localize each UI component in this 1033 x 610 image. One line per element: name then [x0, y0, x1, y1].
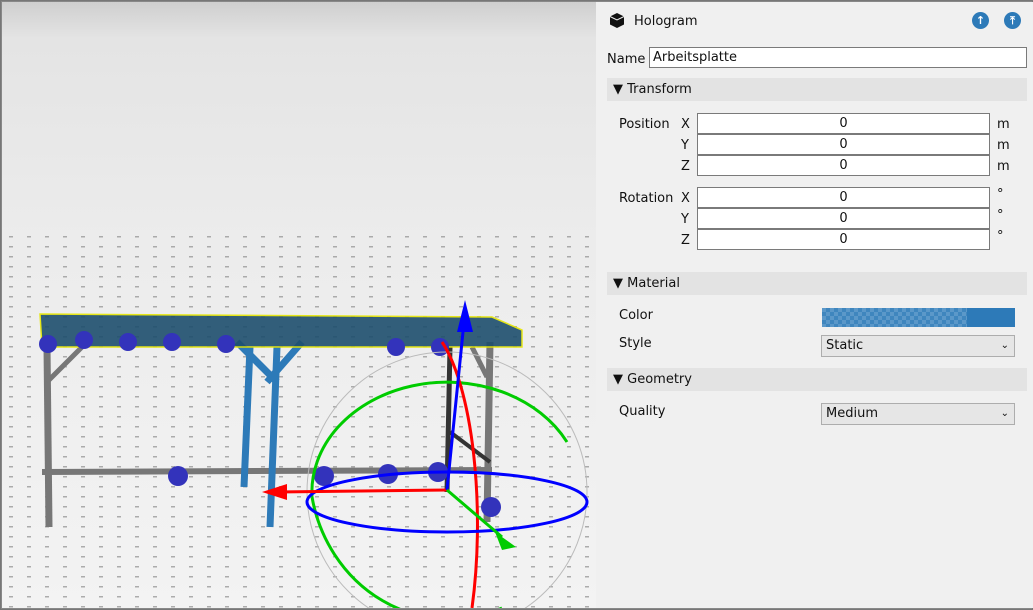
collapse-triangle-icon: ▼ [613, 276, 628, 291]
material-section-header[interactable]: ▼ Material [607, 272, 1027, 295]
cube-icon [609, 13, 625, 28]
axis-label: X [681, 191, 690, 206]
unit-label: ° [997, 229, 1004, 244]
unit-label: ° [997, 187, 1004, 202]
rotation-label: Rotation [619, 191, 674, 206]
selected-worktop[interactable] [39, 313, 523, 348]
material-header-label: Material [627, 276, 680, 291]
scene[interactable] [2, 2, 596, 608]
unit-label: m [997, 138, 1010, 153]
axis-label: Z [681, 233, 690, 248]
properties-panel: Hologram ↑ ⤒ Name Arbeitsplatte ▼ Transf… [597, 2, 1033, 608]
floor-grid [2, 232, 596, 608]
rotation-x-input[interactable]: 0 [697, 187, 990, 208]
axis-x-arrow [276, 488, 448, 494]
position-label: Position [619, 117, 670, 132]
quality-value: Medium [826, 406, 878, 421]
rotation-z-input[interactable]: 0 [697, 229, 990, 250]
quality-label: Quality [619, 404, 666, 419]
unit-label: m [997, 159, 1010, 174]
name-input[interactable]: Arbeitsplatte [649, 47, 1027, 68]
axis-label: Z [681, 159, 690, 174]
unit-label: m [997, 117, 1010, 132]
3d-viewport[interactable] [2, 2, 596, 608]
chevron-down-icon: ⌄ [1000, 408, 1009, 419]
arrow-up-circle-icon[interactable]: ↑ [972, 12, 989, 29]
style-select[interactable]: Static ⌄ [821, 335, 1015, 357]
style-label: Style [619, 336, 652, 351]
position-z-input[interactable]: 0 [697, 155, 990, 176]
color-label: Color [619, 308, 653, 323]
position-y-input[interactable]: 0 [697, 134, 990, 155]
position-x-input[interactable]: 0 [697, 113, 990, 134]
axis-label: Y [681, 212, 689, 227]
app-window: Hologram ↑ ⤒ Name Arbeitsplatte ▼ Transf… [1, 1, 1033, 609]
unit-label: ° [997, 208, 1004, 223]
geometry-section-header[interactable]: ▼ Geometry [607, 368, 1027, 391]
rotation-y-input[interactable]: 0 [697, 208, 990, 229]
geometry-header-label: Geometry [627, 372, 692, 387]
axis-label: Y [681, 138, 689, 153]
transform-section-header[interactable]: ▼ Transform [607, 78, 1027, 101]
arrow-to-top-circle-icon[interactable]: ⤒ [1004, 12, 1021, 29]
collapse-triangle-icon: ▼ [613, 372, 628, 387]
chevron-down-icon: ⌄ [1000, 340, 1009, 351]
collapse-triangle-icon: ▼ [613, 82, 628, 97]
color-swatch[interactable] [822, 308, 1015, 327]
axis-label: X [681, 117, 690, 132]
name-label: Name [607, 52, 646, 67]
style-value: Static [826, 338, 864, 353]
panel-title: Hologram [634, 14, 698, 29]
quality-select[interactable]: Medium ⌄ [821, 403, 1015, 425]
transform-header-label: Transform [627, 82, 692, 97]
